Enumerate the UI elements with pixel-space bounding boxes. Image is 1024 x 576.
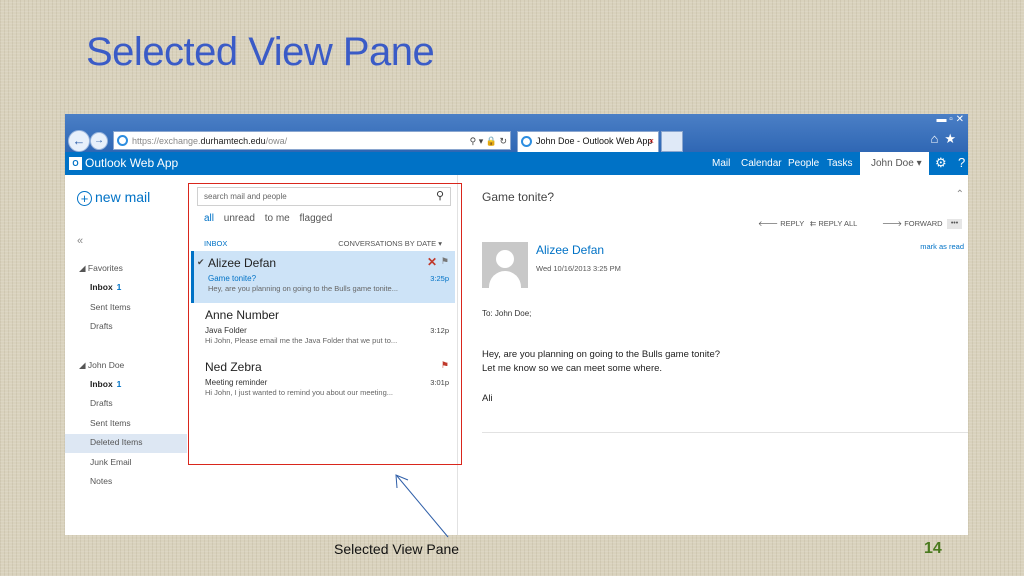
nav-tasks[interactable]: Tasks: [827, 158, 853, 169]
selection-highlight-box: [188, 183, 462, 465]
address-bar[interactable]: https://exchange.durhamtech.edu/owa/ ⚲ ▾…: [113, 131, 511, 150]
expand-icon[interactable]: ⌃: [956, 189, 964, 200]
collapse-icon[interactable]: «: [77, 235, 83, 247]
owa-top-bar: O Outlook Web App Mail Calendar People T…: [65, 152, 968, 175]
forward-button[interactable]: →: [90, 132, 108, 150]
mark-as-read-link[interactable]: mark as read: [920, 242, 964, 251]
plus-icon: +: [77, 191, 92, 206]
nav-mail[interactable]: Mail: [712, 158, 730, 169]
reply-button[interactable]: 🡐 REPLY: [758, 219, 804, 228]
user-menu[interactable]: John Doe ▾: [860, 152, 929, 175]
window-controls[interactable]: ▬ ▫ ✕: [937, 114, 964, 125]
ie-icon: [117, 135, 128, 146]
reply-all-button[interactable]: ⇇ REPLY ALL: [810, 219, 857, 228]
account-deleted-items[interactable]: Deleted Items: [90, 437, 142, 447]
new-mail-button[interactable]: + new mail: [77, 189, 150, 206]
tab-title: John Doe - Outlook Web App: [536, 136, 653, 146]
body-line: Hey, are you planning on going to the Bu…: [482, 349, 721, 360]
browser-tab[interactable]: John Doe - Outlook Web App ×: [517, 131, 659, 152]
browser-chrome: ▬ ▫ ✕ ← → https://exchange.durhamtech.ed…: [65, 114, 968, 152]
slide-title: Selected View Pane: [86, 30, 435, 74]
message-body: Hey, are you planning on going to the Bu…: [482, 348, 720, 376]
sender-name[interactable]: Alizee Defan: [536, 243, 604, 257]
reading-pane: Game tonite? ⌃ 🡐 REPLY ⇇ REPLY ALL 🡒 FOR…: [458, 175, 968, 535]
signature: Ali: [482, 393, 493, 404]
page-number: 14: [924, 540, 942, 557]
account-junk-email[interactable]: Junk Email: [90, 457, 132, 467]
favorites-inbox[interactable]: Inbox 1: [90, 282, 121, 292]
annotation-caption: Selected View Pane: [334, 541, 460, 557]
app-title: Outlook Web App: [85, 156, 179, 170]
reply-icon: 🡐: [758, 219, 781, 228]
address-bar-icons[interactable]: ⚲ ▾ 🔒 ↻: [470, 132, 507, 151]
avatar: [482, 242, 528, 288]
account-inbox[interactable]: Inbox 1: [90, 379, 121, 389]
body-line: Let me know so we can meet some where.: [482, 363, 663, 374]
account-header[interactable]: ◢ John Doe: [79, 360, 124, 371]
favorites-header[interactable]: ◢ Favorites: [79, 263, 123, 274]
forward-button[interactable]: 🡒 FORWARD: [882, 219, 943, 228]
url-path: /owa/: [265, 136, 288, 146]
to-line: To: John Doe;: [482, 309, 532, 318]
sent-date: Wed 10/16/2013 3:25 PM: [536, 264, 621, 273]
forward-icon: 🡒: [882, 219, 905, 228]
help-icon[interactable]: ?: [958, 155, 965, 170]
back-button[interactable]: ←: [68, 130, 90, 152]
reading-subject: Game tonite?: [482, 190, 555, 204]
more-actions-button[interactable]: •••: [947, 219, 962, 229]
gear-icon[interactable]: ⚙: [935, 155, 947, 171]
favorites-drafts[interactable]: Drafts: [90, 321, 113, 331]
folder-pane: + new mail « ◢ Favorites Inbox 1 Sent Item…: [65, 175, 187, 535]
new-tab-button[interactable]: [661, 131, 683, 152]
outlook-logo-icon: O: [69, 157, 82, 170]
account-sent-items[interactable]: Sent Items: [90, 418, 131, 428]
new-mail-label: new mail: [95, 189, 151, 205]
home-favorites-icons[interactable]: ⌂★: [930, 131, 962, 147]
url-prefix: https://exchange.: [132, 136, 201, 146]
nav-calendar[interactable]: Calendar: [741, 158, 782, 169]
account-drafts[interactable]: Drafts: [90, 398, 113, 408]
favorites-sent-items[interactable]: Sent Items: [90, 302, 131, 312]
divider: [482, 432, 968, 433]
nav-people[interactable]: People: [788, 158, 819, 169]
url-domain: durhamtech.edu: [200, 136, 266, 146]
tab-ie-icon: [521, 136, 532, 147]
tab-close-icon[interactable]: ×: [649, 132, 654, 151]
account-notes[interactable]: Notes: [90, 476, 112, 486]
